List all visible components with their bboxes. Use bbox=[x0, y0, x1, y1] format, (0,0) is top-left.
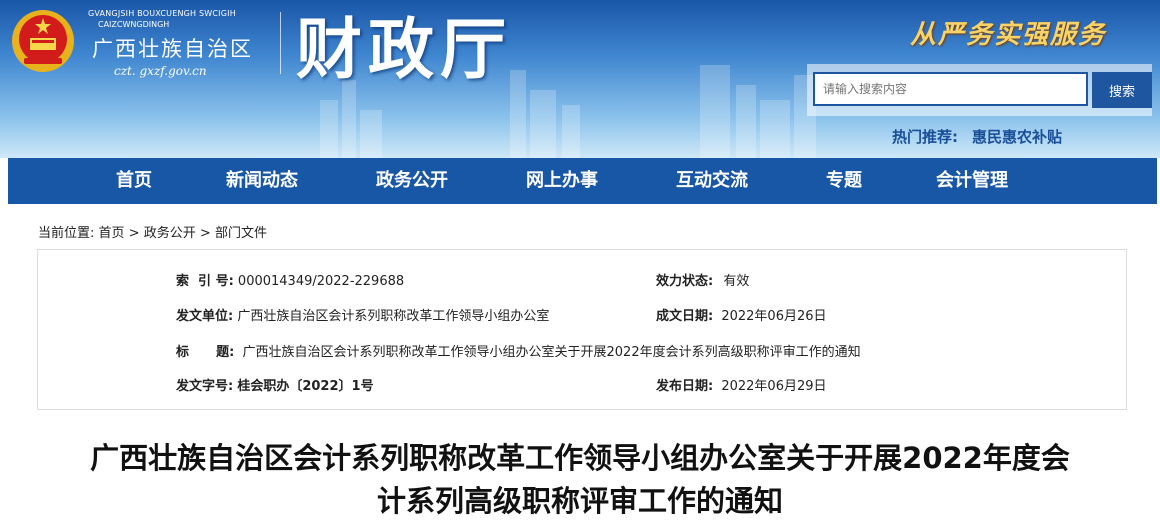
breadcrumb-item-dept-docs[interactable]: 部门文件 bbox=[215, 226, 267, 241]
info-subject-label: 标 题: bbox=[176, 345, 235, 360]
nav-item-online-services[interactable]: 网上办事 bbox=[526, 158, 598, 204]
info-index-label: 索 引 号: bbox=[176, 274, 234, 289]
breadcrumb: 当前位置: 首页 > 政务公开 > 部门文件 bbox=[38, 222, 267, 241]
info-created-value: 2022年06月26日 bbox=[721, 309, 827, 324]
slogan: 从严务实强服务 bbox=[910, 20, 1107, 50]
info-status: 效力状态: 有效 bbox=[656, 270, 749, 289]
search-button[interactable]: 搜索 bbox=[1092, 72, 1152, 108]
hot-recommend: 热门推荐: 惠民惠农补贴 bbox=[892, 126, 1062, 147]
info-issuer: 发文单位: 广西壮族自治区会计系列职称改革工作领导小组办公室 bbox=[176, 305, 549, 324]
breadcrumb-item-gov-affairs[interactable]: 政务公开 bbox=[144, 226, 196, 241]
info-published-label: 发布日期: bbox=[656, 379, 714, 394]
nav-item-interaction[interactable]: 互动交流 bbox=[676, 158, 748, 204]
breadcrumb-item-home[interactable]: 首页 bbox=[99, 226, 125, 241]
breadcrumb-separator: > bbox=[128, 226, 140, 241]
info-published: 发布日期: 2022年06月29日 bbox=[656, 375, 827, 394]
info-docno-value: 桂会职办〔2022〕1号 bbox=[237, 379, 374, 394]
site-domain: czt. gxzf.gov.cn bbox=[114, 64, 207, 78]
info-docno-label: 发文字号: bbox=[176, 379, 234, 394]
nav-item-news[interactable]: 新闻动态 bbox=[226, 158, 298, 204]
nav-item-home[interactable]: 首页 bbox=[116, 158, 152, 204]
info-issuer-label: 发文单位: bbox=[176, 309, 234, 324]
region-name: 广西壮族自治区 bbox=[92, 37, 253, 61]
header-divider bbox=[280, 12, 281, 74]
info-subject-value: 广西壮族自治区会计系列职称改革工作领导小组办公室关于开展2022年度会计系列高级… bbox=[242, 345, 861, 360]
breadcrumb-prefix: 当前位置: bbox=[38, 226, 95, 241]
article-title: 广西壮族自治区会计系列职称改革工作领导小组办公室关于开展2022年度会 计系列高… bbox=[30, 437, 1130, 523]
department-pinyin: CAIZCWNGDINGH bbox=[98, 20, 170, 29]
nav-item-topics[interactable]: 专题 bbox=[826, 158, 862, 204]
info-index: 索 引 号: 000014349/2022-229688 bbox=[176, 270, 404, 289]
document-info-box: 索 引 号: 000014349/2022-229688 效力状态: 有效 发文… bbox=[37, 249, 1127, 410]
hot-recommend-label: 热门推荐: bbox=[892, 128, 958, 146]
info-created-label: 成文日期: bbox=[656, 309, 714, 324]
article-title-line2: 计系列高级职称评审工作的通知 bbox=[376, 484, 783, 518]
search-input[interactable] bbox=[813, 72, 1088, 106]
article-title-line1: 广西壮族自治区会计系列职称改革工作领导小组办公室关于开展2022年度会 bbox=[90, 441, 1070, 475]
main-nav: 首页 新闻动态 政务公开 网上办事 互动交流 专题 会计管理 bbox=[8, 158, 1157, 204]
nav-item-gov-affairs[interactable]: 政务公开 bbox=[376, 158, 448, 204]
info-index-value: 000014349/2022-229688 bbox=[237, 274, 405, 289]
info-status-value: 有效 bbox=[723, 274, 750, 289]
national-emblem-icon bbox=[12, 10, 74, 72]
site-header: GVANGJSIH BOUXCUENGH SWCIGIH CAIZCWNGDIN… bbox=[0, 0, 1160, 158]
info-docno: 发文字号: 桂会职办〔2022〕1号 bbox=[176, 375, 374, 394]
info-published-value: 2022年06月29日 bbox=[721, 379, 827, 394]
info-subject: 标 题: 广西壮族自治区会计系列职称改革工作领导小组办公室关于开展2022年度会… bbox=[176, 341, 861, 360]
region-pinyin: GVANGJSIH BOUXCUENGH SWCIGIH bbox=[88, 9, 236, 18]
breadcrumb-separator: > bbox=[199, 226, 211, 241]
hot-recommend-link[interactable]: 惠民惠农补贴 bbox=[972, 128, 1062, 146]
info-issuer-value: 广西壮族自治区会计系列职称改革工作领导小组办公室 bbox=[237, 309, 550, 324]
nav-item-accounting[interactable]: 会计管理 bbox=[936, 158, 1008, 204]
department-title: 财政厅 bbox=[296, 10, 512, 88]
info-created: 成文日期: 2022年06月26日 bbox=[656, 305, 827, 324]
info-status-label: 效力状态: bbox=[656, 274, 714, 289]
